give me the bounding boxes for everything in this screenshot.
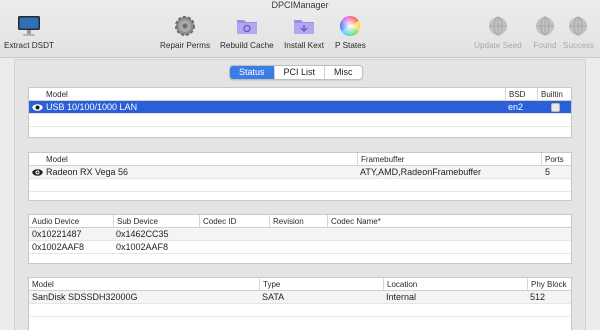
globe-download-icon: [488, 16, 507, 36]
storage-table-header: Model Type Location Phy Block: [29, 278, 571, 291]
audio-col-codec-name[interactable]: Codec Name*: [327, 215, 381, 228]
p-states-button[interactable]: P States: [335, 14, 366, 50]
storage-col-phy-block[interactable]: Phy Block: [527, 278, 567, 291]
graphics-table-header: Model Framebuffer Ports: [29, 153, 571, 166]
storage-location-cell: Internal: [386, 292, 417, 302]
network-col-builtin[interactable]: Builtin: [537, 88, 563, 101]
storage-col-location[interactable]: Location: [383, 278, 417, 291]
audio-col-device[interactable]: Audio Device: [29, 215, 79, 228]
storage-model-cell: SanDisk SDSSDH32000G: [32, 292, 138, 302]
audio-table-header: Audio Device Sub Device Codec ID Revisio…: [29, 215, 571, 228]
globe-success-icon: [569, 16, 588, 36]
monitor-icon: [18, 16, 41, 36]
audio-device-cell: 0x1002AAF8: [32, 242, 85, 252]
found-button[interactable]: Found: [532, 14, 558, 50]
network-bsd-cell: en2: [508, 102, 524, 112]
repair-perms-label: Repair Perms: [160, 41, 211, 50]
update-seed-label: Update Seed: [474, 41, 522, 50]
builtin-checkbox[interactable]: [551, 103, 560, 112]
graphics-table: Model Framebuffer Ports Radeon RX Vega 5…: [28, 152, 572, 201]
rebuild-cache-button[interactable]: Rebuild Cache: [220, 14, 274, 50]
tab-bar: Status PCI List Misc: [229, 65, 363, 80]
extract-dsdt-label: Extract DSDT: [4, 41, 55, 50]
color-wheel-icon: [340, 15, 361, 37]
storage-col-model[interactable]: Model: [29, 278, 54, 291]
graphics-model-cell: Radeon RX Vega 56: [46, 167, 129, 177]
table-row[interactable]: 0x10221487 0x1462CC35: [29, 228, 571, 241]
tab-misc[interactable]: Misc: [325, 66, 362, 79]
graphics-ports-cell: 5: [545, 167, 551, 177]
table-row[interactable]: 0x1002AAF8 0x1002AAF8: [29, 241, 571, 254]
network-col-bsd[interactable]: BSD: [505, 88, 525, 101]
folder-install-icon: [294, 20, 315, 34]
extract-dsdt-button[interactable]: Extract DSDT: [4, 14, 54, 50]
network-table-header: Model BSD Builtin: [29, 88, 571, 101]
rebuild-cache-label: Rebuild Cache: [220, 41, 274, 50]
storage-phy-block-cell: 512: [530, 292, 546, 302]
repair-perms-button[interactable]: Repair Perms: [160, 14, 210, 50]
audio-col-revision[interactable]: Revision: [269, 215, 304, 228]
empty-row: [29, 304, 571, 317]
tab-status[interactable]: Status: [230, 66, 275, 79]
tab-pci-list[interactable]: PCI List: [275, 66, 326, 79]
graphics-col-model[interactable]: Model: [43, 153, 68, 166]
table-row[interactable]: Radeon RX Vega 56 ATY,AMD,RadeonFramebuf…: [29, 166, 571, 179]
eye-icon: [32, 169, 43, 176]
graphics-framebuffer-cell: ATY,AMD,RadeonFramebuffer: [360, 167, 482, 177]
success-label: Success: [563, 41, 594, 50]
audio-table: Audio Device Sub Device Codec ID Revisio…: [28, 214, 572, 264]
audio-device-cell: 0x10221487: [32, 229, 82, 239]
table-row[interactable]: SanDisk SDSSDH32000G SATA Internal 512: [29, 291, 571, 304]
table-row[interactable]: USB 10/100/1000 LAN en2: [29, 101, 571, 114]
empty-row: [29, 179, 571, 192]
gear-icon: [175, 16, 196, 36]
network-model-cell: USB 10/100/1000 LAN: [46, 102, 138, 112]
found-label: Found: [533, 41, 557, 50]
storage-col-type[interactable]: Type: [259, 278, 280, 291]
network-table: Model BSD Builtin USB 10/100/1000 LAN en…: [28, 87, 572, 138]
storage-table: Model Type Location Phy Block SanDisk SD…: [28, 277, 572, 330]
toolbar: DPCIManager Extract DSDT Repair Perms Re…: [0, 0, 600, 58]
audio-sub-cell: 0x1462CC35: [116, 229, 169, 239]
audio-col-codec-id[interactable]: Codec ID: [199, 215, 236, 228]
success-button[interactable]: Success: [563, 14, 594, 50]
window-title: DPCIManager: [271, 0, 329, 10]
audio-col-sub-device[interactable]: Sub Device: [113, 215, 158, 228]
p-states-label: P States: [335, 41, 366, 50]
update-seed-button[interactable]: Update Seed: [474, 14, 522, 50]
install-kext-button[interactable]: Install Kext: [284, 14, 324, 50]
empty-row: [29, 114, 571, 127]
globe-found-icon: [536, 16, 554, 36]
eye-icon: [32, 104, 43, 111]
storage-type-cell: SATA: [262, 292, 285, 302]
network-col-model[interactable]: Model: [43, 88, 68, 101]
install-kext-label: Install Kext: [284, 41, 325, 50]
graphics-col-ports[interactable]: Ports: [541, 153, 564, 166]
graphics-col-framebuffer[interactable]: Framebuffer: [357, 153, 404, 166]
folder-gear-icon: [236, 20, 257, 34]
audio-sub-cell: 0x1002AAF8: [116, 242, 169, 252]
